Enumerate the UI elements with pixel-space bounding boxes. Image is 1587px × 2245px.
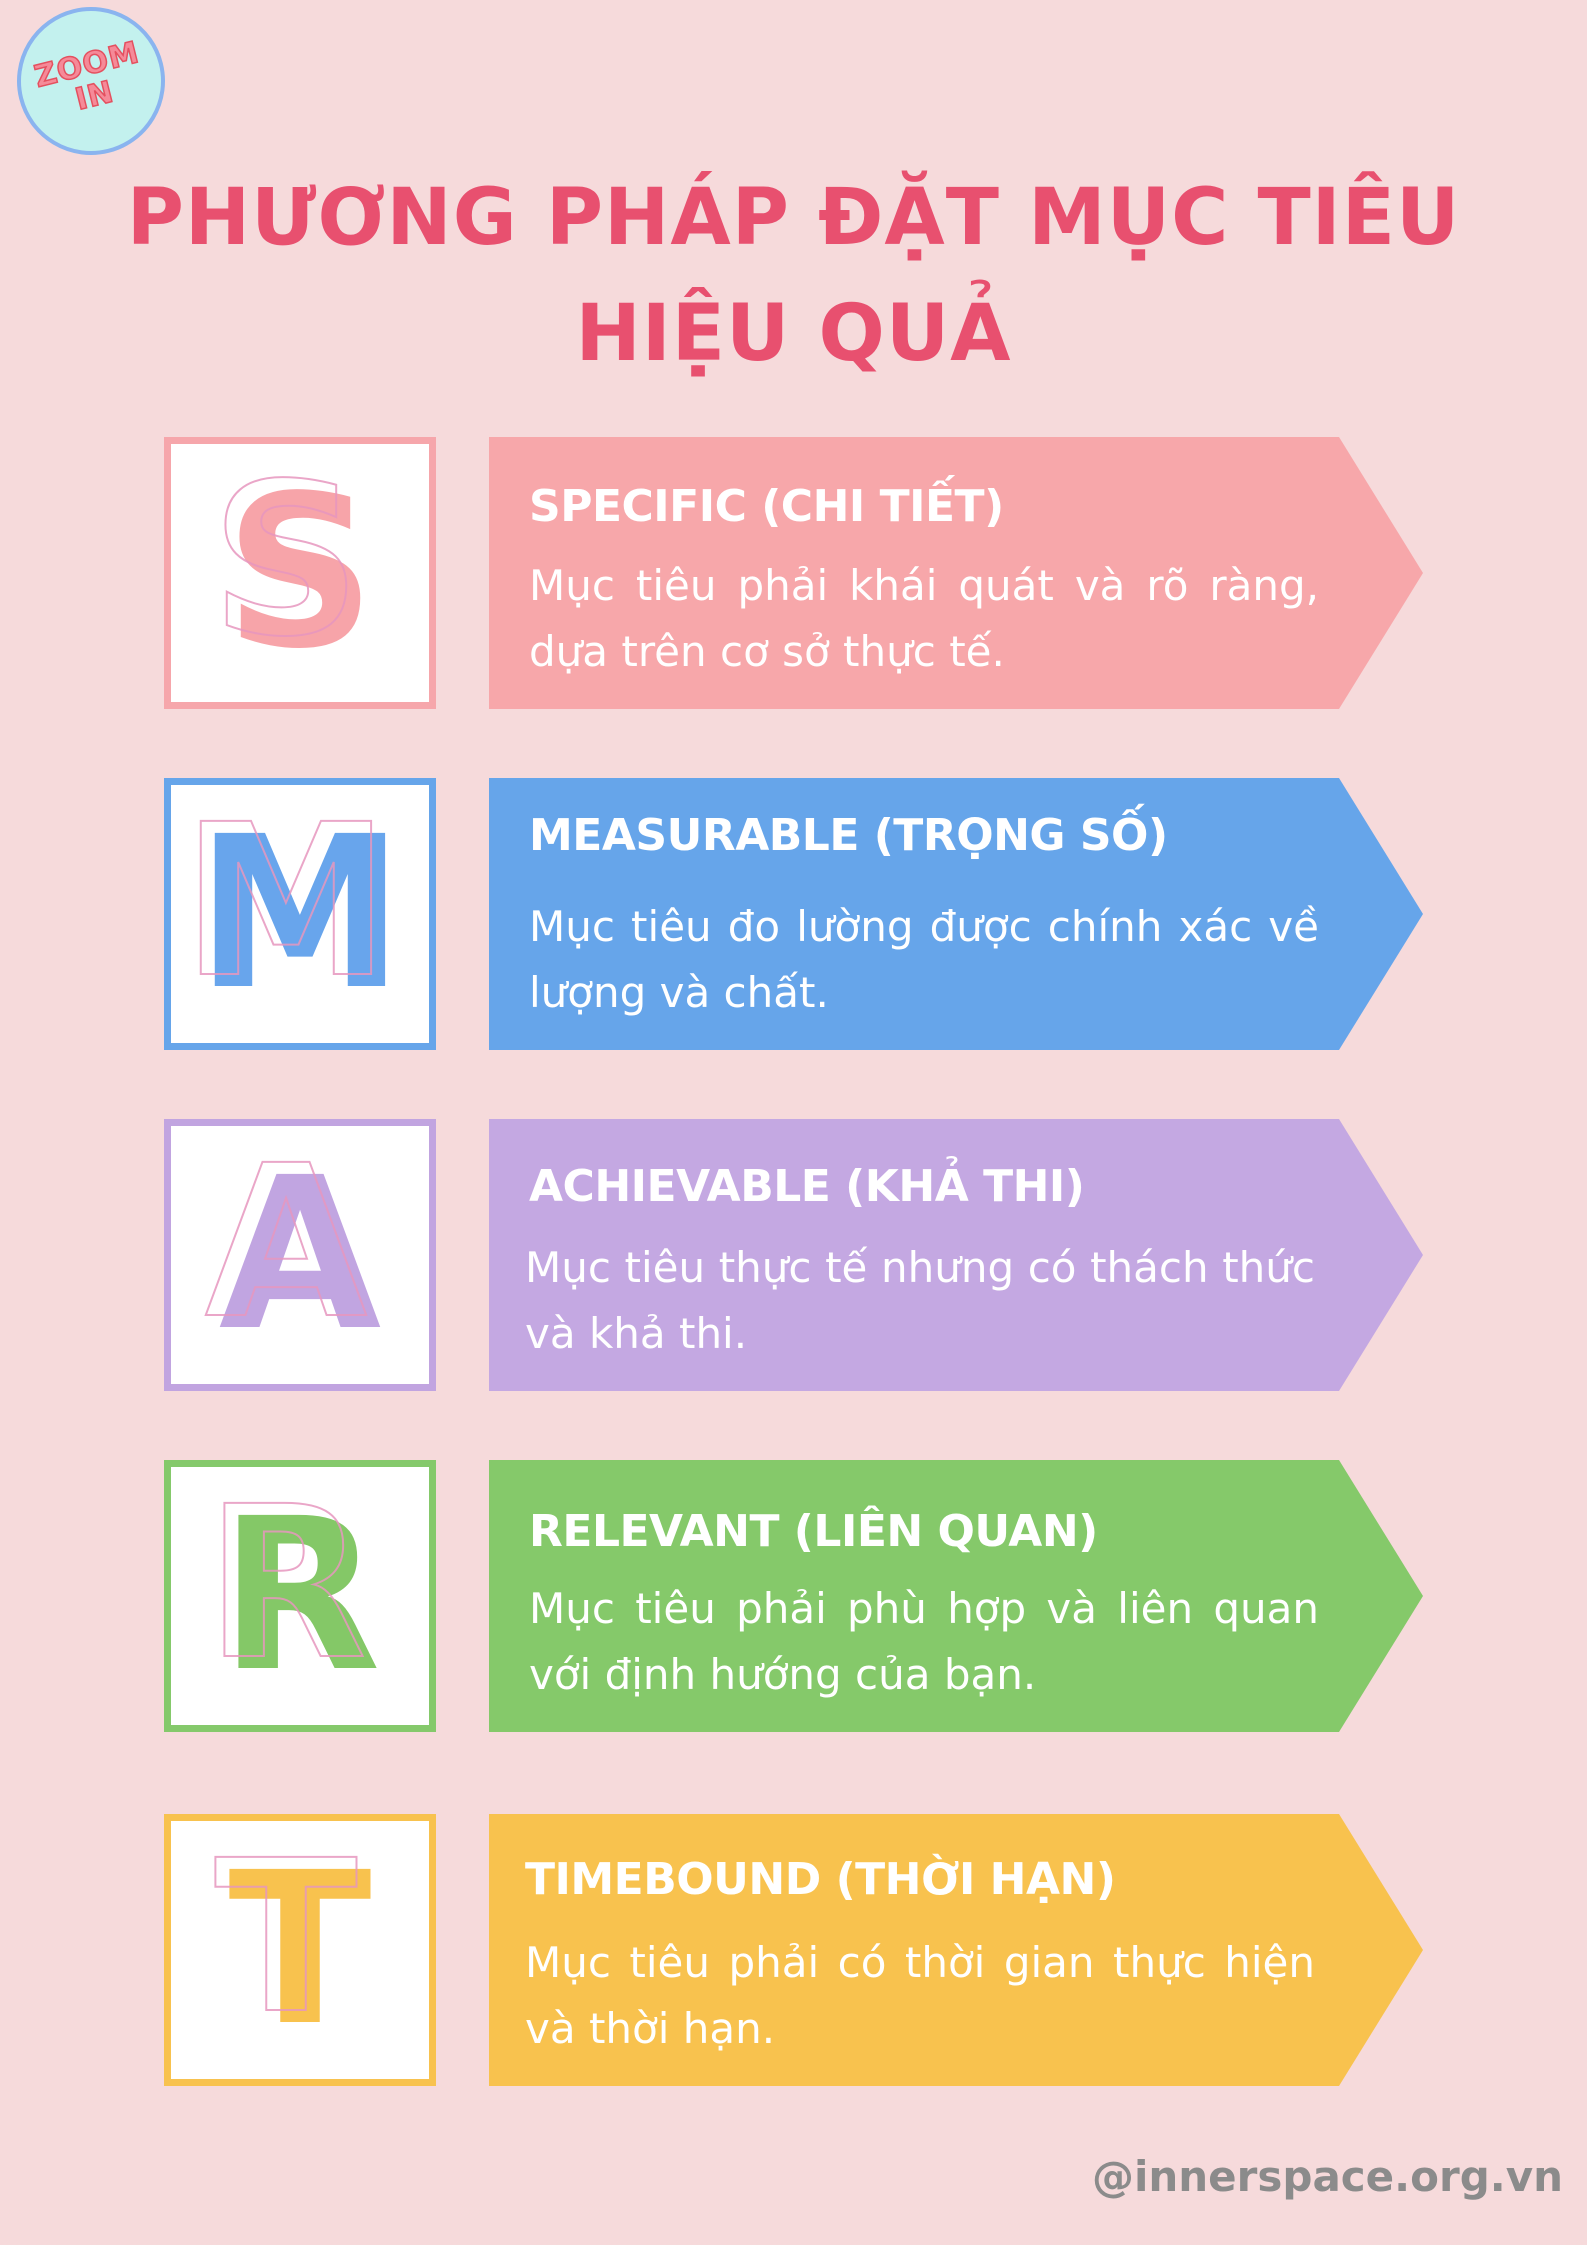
title-line-2: HIỆU QUẢ xyxy=(575,289,1012,379)
smart-item-timebound: T TIMEBOUND (THỜI HẠN) Mục tiêu phải có … xyxy=(0,1814,1587,2086)
letter-tile-t: T xyxy=(164,1814,436,2086)
page-title: PHƯƠNG PHÁP ĐẶT MỤC TIÊU HIỆU QUẢ xyxy=(0,160,1587,392)
item-description: Mục tiêu phải có thời gian thực hiện và … xyxy=(525,1938,1315,2053)
arrow-banner-timebound: TIMEBOUND (THỜI HẠN) Mục tiêu phải có th… xyxy=(489,1814,1423,2086)
letter-tile-a: A xyxy=(164,1119,436,1391)
letter-tile-s: S xyxy=(164,437,436,709)
item-heading: TIMEBOUND (THỜI HẠN) xyxy=(525,1854,1116,1905)
letter-m: M xyxy=(182,797,405,1019)
arrow-banner-relevant: RELEVANT (LIÊN QUAN) Mục tiêu phải phù h… xyxy=(489,1460,1423,1732)
letter-tile-r: R xyxy=(164,1460,436,1732)
item-heading: RELEVANT (LIÊN QUAN) xyxy=(529,1506,1098,1557)
letter-a: A xyxy=(205,1138,381,1360)
item-heading: SPECIFIC (CHI TIẾT) xyxy=(529,481,1004,532)
footer-handle: @innerspace.org.vn xyxy=(1091,2152,1563,2201)
item-description: Mục tiêu phải khái quát và rõ ràng, dựa … xyxy=(529,561,1319,676)
arrow-banner-achievable: ACHIEVABLE (KHẢ THI) Mục tiêu thực tế nh… xyxy=(489,1119,1423,1391)
arrow-banner-measurable: MEASURABLE (TRỌNG SỐ) Mục tiêu đo lường … xyxy=(489,778,1423,1050)
zoom-in-logo: ZOOM IN xyxy=(1,0,181,171)
arrow-banner-specific: SPECIFIC (CHI TIẾT) Mục tiêu phải khái q… xyxy=(489,437,1423,709)
item-heading: ACHIEVABLE (KHẢ THI) xyxy=(529,1161,1085,1212)
item-heading: MEASURABLE (TRỌNG SỐ) xyxy=(529,810,1168,861)
item-description: Mục tiêu thực tế nhưng có thách thức và … xyxy=(525,1243,1315,1358)
item-description: Mục tiêu đo lường được chính xác về lượn… xyxy=(529,902,1319,1017)
logo-line-2: IN xyxy=(71,74,118,119)
letter-t: T xyxy=(214,1833,371,2055)
letter-r: R xyxy=(205,1479,381,1701)
smart-item-measurable: M MEASURABLE (TRỌNG SỐ) Mục tiêu đo lườn… xyxy=(0,778,1587,1050)
item-description: Mục tiêu phải phù hợp và liên quan với đ… xyxy=(529,1584,1319,1699)
letter-tile-m: M xyxy=(164,778,436,1050)
smart-item-relevant: R RELEVANT (LIÊN QUAN) Mục tiêu phải phù… xyxy=(0,1460,1587,1732)
smart-item-specific: S SPECIFIC (CHI TIẾT) Mục tiêu phải khái… xyxy=(0,437,1587,709)
letter-s: S xyxy=(210,456,375,678)
smart-item-achievable: A ACHIEVABLE (KHẢ THI) Mục tiêu thực tế … xyxy=(0,1119,1587,1391)
title-line-1: PHƯƠNG PHÁP ĐẶT MỤC TIÊU xyxy=(126,173,1461,263)
